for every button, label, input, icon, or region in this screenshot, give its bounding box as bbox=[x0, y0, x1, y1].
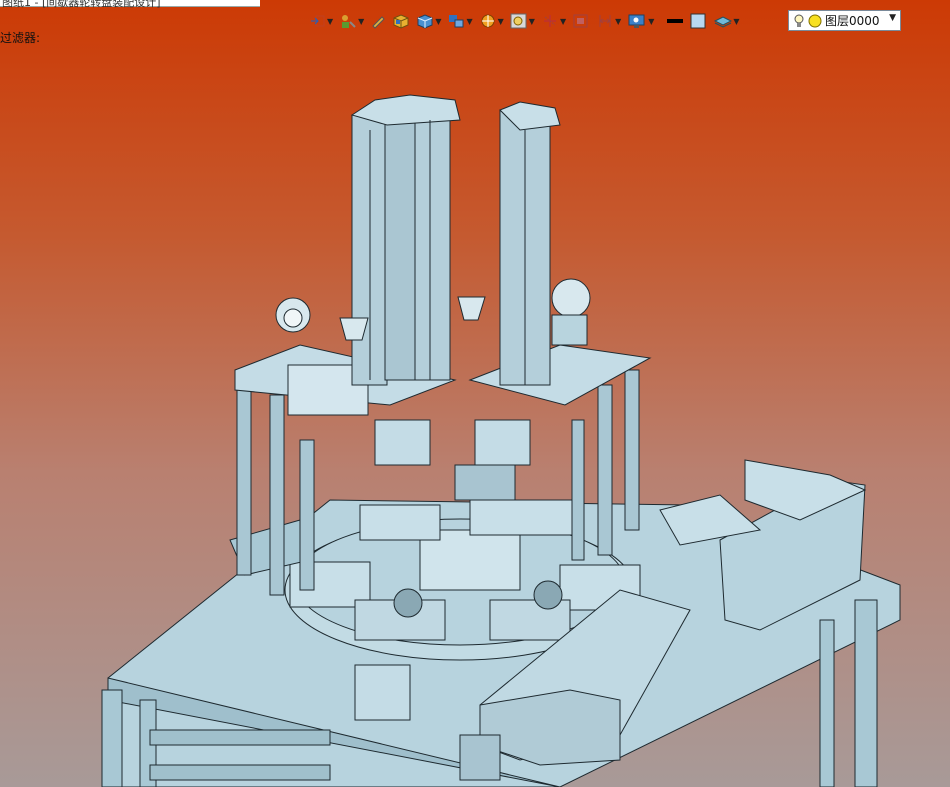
chevron-down-icon: ▼ bbox=[733, 16, 740, 26]
chevron-down-icon: ▼ bbox=[559, 16, 567, 26]
user-tools-button[interactable]: ▼ bbox=[337, 10, 366, 32]
insert-button[interactable]: ▼ bbox=[308, 10, 335, 32]
chevron-down-icon: ▼ bbox=[358, 16, 365, 26]
user-tools-icon bbox=[342, 15, 356, 28]
line-color-icon bbox=[667, 19, 684, 23]
axis-button[interactable]: ▼ bbox=[539, 10, 568, 32]
cube-view-icon bbox=[417, 14, 433, 29]
box-render-button[interactable] bbox=[390, 10, 412, 32]
cad-assembly-model bbox=[101, 94, 901, 787]
axis-icon bbox=[543, 15, 556, 27]
frame-button[interactable] bbox=[570, 10, 592, 32]
dimension-button[interactable]: ▼ bbox=[594, 10, 623, 32]
display-settings-button[interactable]: ▼ bbox=[625, 10, 656, 32]
zoom-fit-button[interactable]: ▼ bbox=[508, 10, 537, 32]
cylinder-3 bbox=[414, 99, 451, 381]
layer-stack-button[interactable]: ▼ bbox=[712, 10, 741, 32]
chevron-down-icon: ▼ bbox=[435, 16, 442, 26]
yellow-dot-icon bbox=[808, 14, 822, 27]
view-toolbar: ▼ ▼ ▼ ▼ ▼ ▼ ▼ ▼ ▼ ▼ bbox=[308, 9, 742, 33]
section-view-button[interactable]: ▼ bbox=[477, 10, 506, 32]
pencil-icon bbox=[372, 16, 386, 29]
chevron-down-icon: ▼ bbox=[648, 16, 655, 26]
multi-view-icon bbox=[449, 15, 464, 28]
bulb-icon bbox=[794, 14, 804, 27]
cylinder-2 bbox=[384, 104, 416, 381]
fill-color-icon bbox=[690, 13, 706, 29]
chevron-down-icon[interactable]: ▼ bbox=[889, 13, 896, 23]
zoom-fit-icon bbox=[510, 13, 527, 29]
chevron-down-icon: ▼ bbox=[327, 16, 334, 26]
frame-icon bbox=[573, 14, 588, 28]
pencil-button[interactable] bbox=[368, 10, 388, 32]
pressure-gauge-right bbox=[551, 278, 591, 318]
cube-view-button[interactable]: ▼ bbox=[414, 10, 443, 32]
cad-viewport[interactable] bbox=[0, 40, 950, 787]
chevron-down-icon: ▼ bbox=[497, 16, 504, 26]
chevron-down-icon: ▼ bbox=[466, 16, 473, 26]
insert-icon bbox=[311, 15, 325, 27]
box-render-icon bbox=[393, 14, 409, 29]
upper-plate-right bbox=[468, 344, 652, 406]
document-tab-title[interactable]: 图纸1 - [间歇器轮转盘装配设计] bbox=[2, 0, 161, 10]
line-color-button[interactable] bbox=[664, 10, 686, 32]
dimension-icon bbox=[599, 15, 611, 27]
document-tab-strip: 图纸1 - [间歇器轮转盘装配设计] bbox=[0, 0, 260, 10]
layer-stack-icon bbox=[714, 16, 733, 28]
layer-select[interactable]: 图层0000 ▼ bbox=[788, 10, 901, 31]
chevron-down-icon: ▼ bbox=[528, 16, 535, 26]
fill-color-button[interactable] bbox=[688, 10, 710, 32]
layer-select-value: 图层0000 bbox=[825, 14, 880, 28]
section-view-icon bbox=[481, 14, 495, 28]
multi-view-button[interactable]: ▼ bbox=[445, 10, 474, 32]
chevron-down-icon: ▼ bbox=[615, 16, 622, 26]
display-settings-icon bbox=[628, 14, 645, 28]
